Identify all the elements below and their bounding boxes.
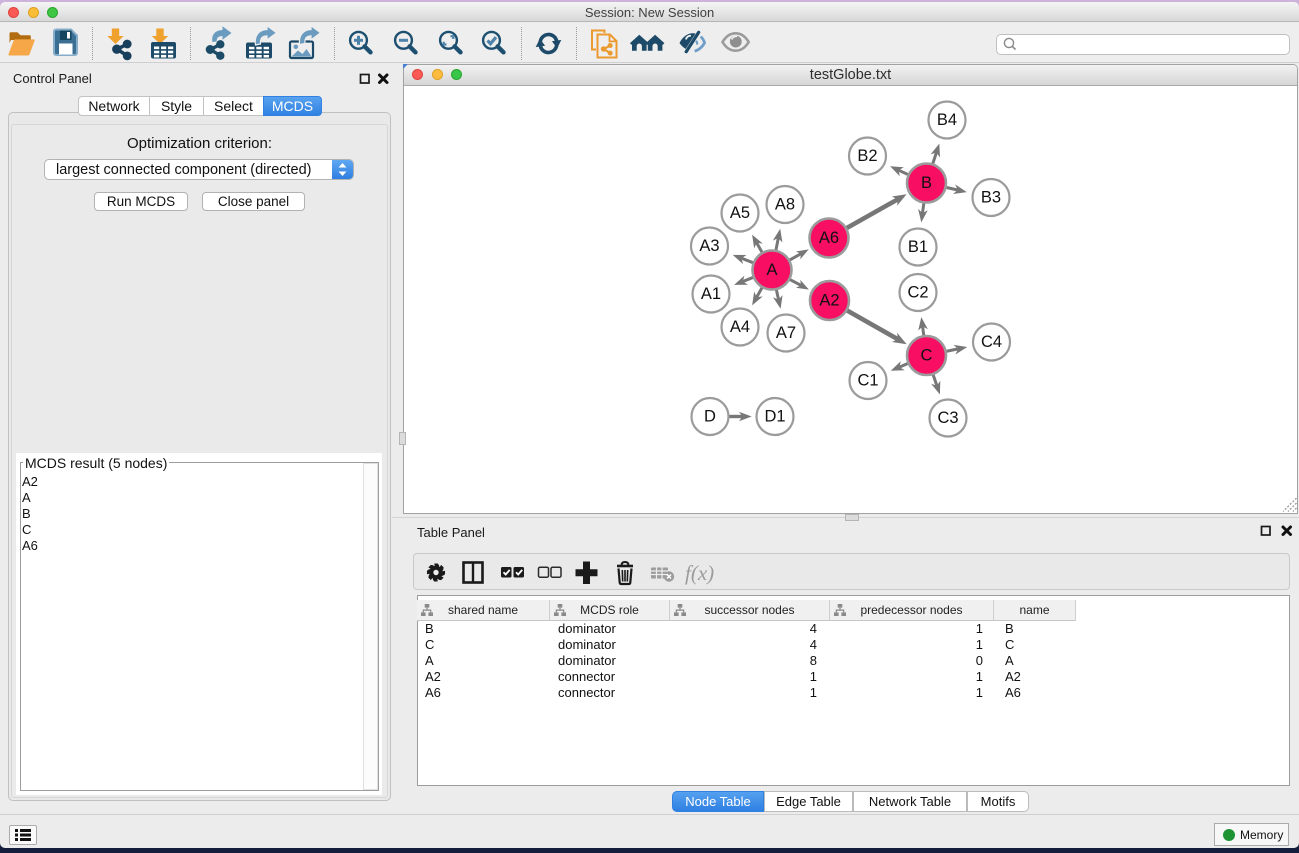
svg-text:C1: C1 (857, 372, 878, 390)
svg-text:A: A (766, 261, 777, 279)
svg-text:A6: A6 (819, 229, 839, 247)
svg-text:C2: C2 (907, 284, 928, 302)
svg-text:B3: B3 (981, 189, 1001, 207)
svg-text:A5: A5 (730, 204, 750, 222)
svg-text:A8: A8 (775, 196, 795, 214)
svg-text:A3: A3 (699, 237, 719, 255)
svg-text:A7: A7 (776, 324, 796, 342)
svg-text:f(x): f(x) (685, 561, 714, 585)
svg-text:C: C (921, 347, 933, 365)
svg-text:D: D (704, 408, 716, 426)
svg-text:A1: A1 (701, 285, 721, 303)
svg-text:A4: A4 (730, 318, 750, 336)
svg-text:C3: C3 (937, 409, 958, 427)
svg-text:B2: B2 (857, 147, 877, 165)
svg-text:B4: B4 (937, 111, 957, 129)
svg-text:B: B (921, 174, 932, 192)
svg-text:A2: A2 (819, 292, 839, 310)
svg-text:D1: D1 (764, 408, 785, 426)
svg-text:C4: C4 (981, 333, 1002, 351)
svg-text:B1: B1 (908, 238, 928, 256)
